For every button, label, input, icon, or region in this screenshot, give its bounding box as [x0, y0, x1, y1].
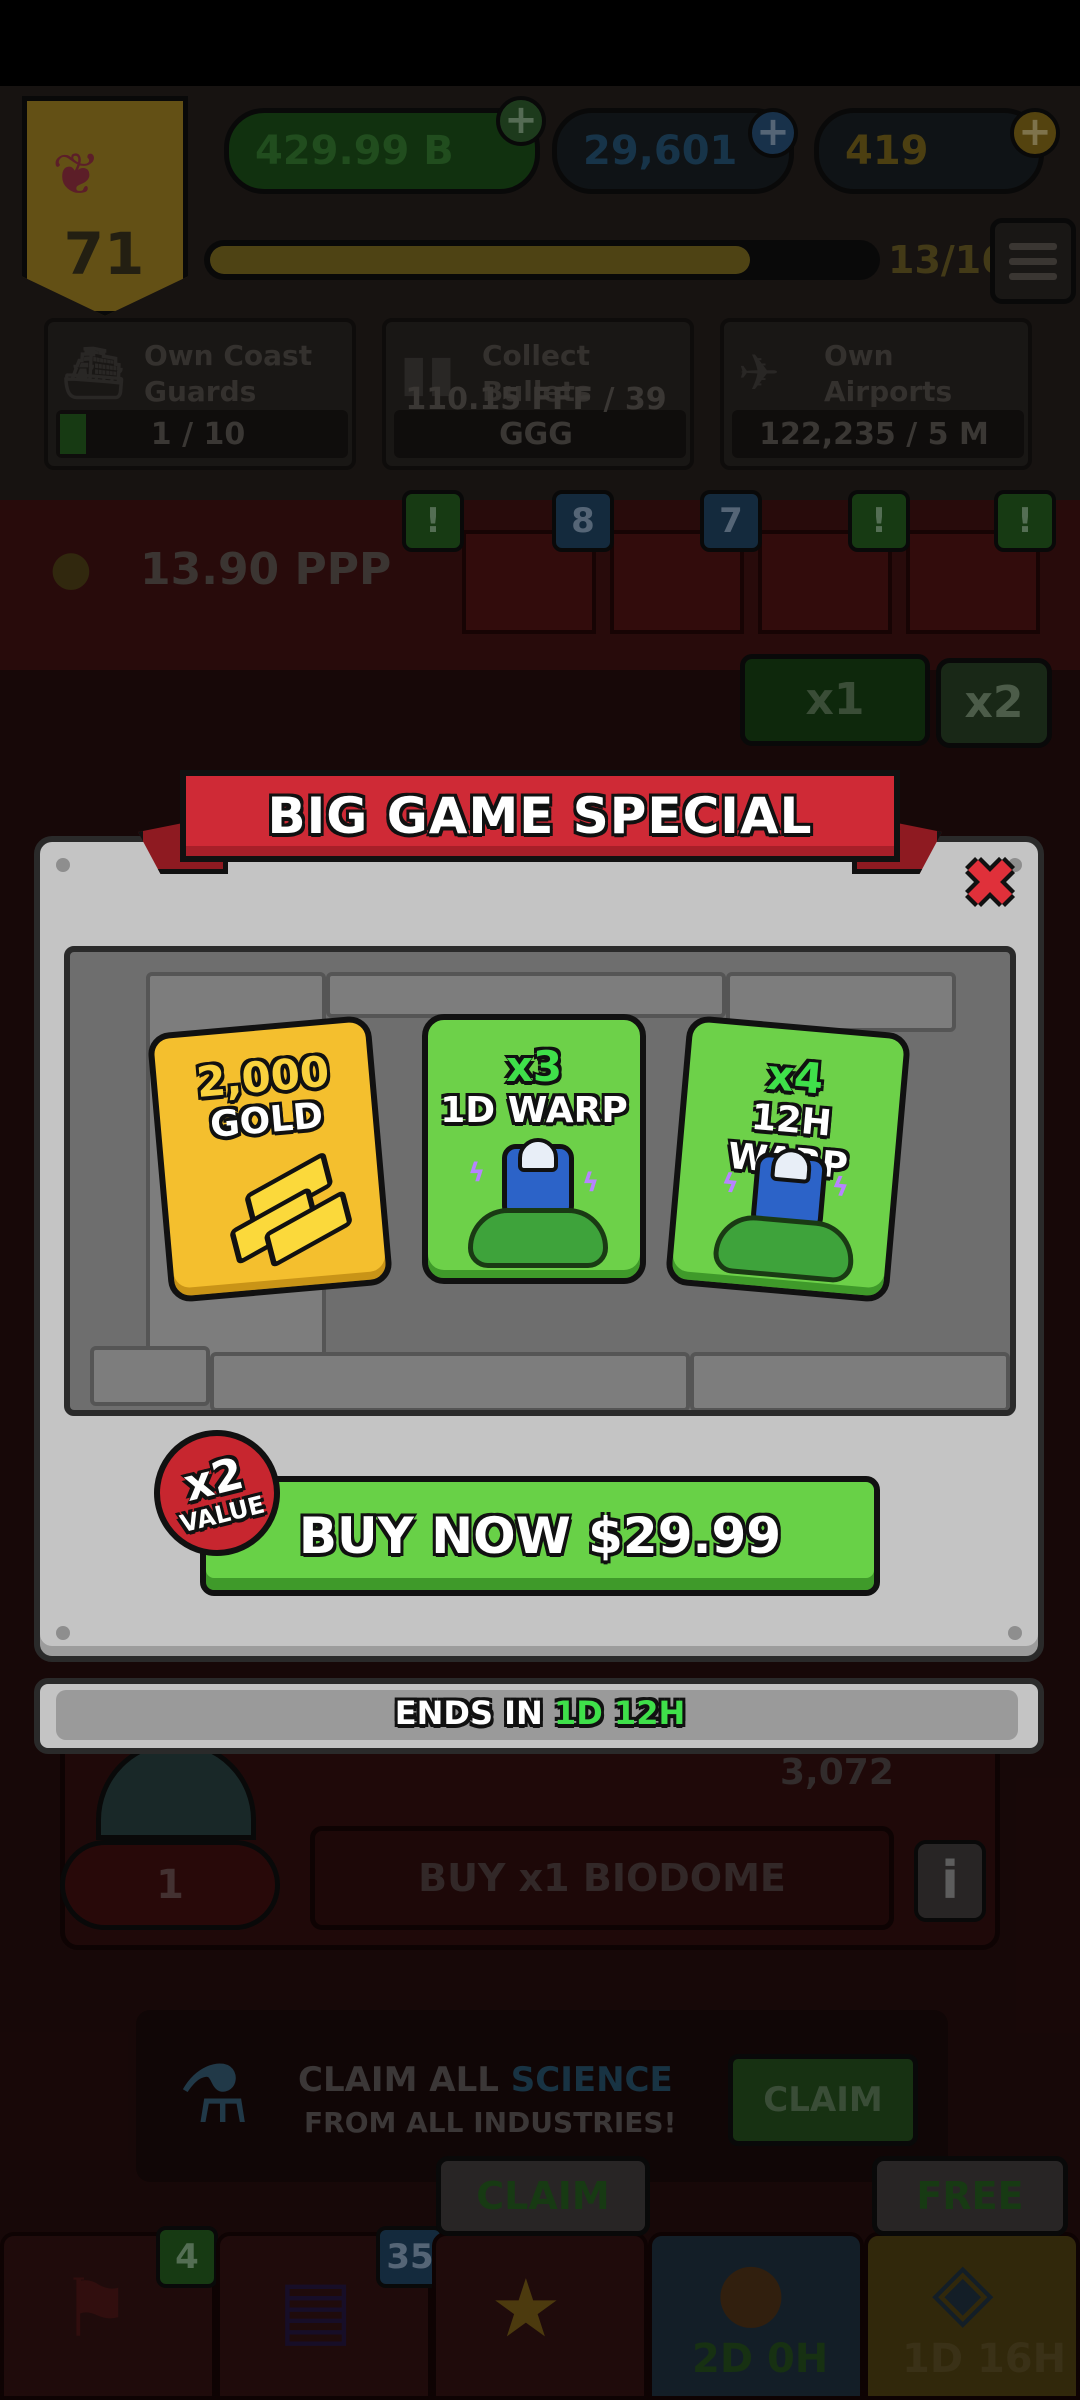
reward-card-warp-12h: x4 12H WARP ϟ ϟ	[664, 1014, 912, 1304]
modal-title: BIG GAME SPECIAL	[180, 770, 900, 862]
buy-now-button[interactable]: BUY NOW $29.99	[200, 1476, 880, 1596]
status-bar	[0, 0, 1080, 86]
reward-label: 1D WARP	[440, 1090, 628, 1131]
reward-card-warp-1d: x3 1D WARP ϟ ϟ	[422, 1014, 646, 1284]
close-icon[interactable]: ✖	[960, 851, 1020, 917]
ends-hours: 12H	[613, 1694, 686, 1732]
reward-amount: x3	[505, 1042, 563, 1091]
gold-bars-icon	[222, 1150, 354, 1269]
offer-timer: ENDS IN 1D 12H	[0, 1694, 1080, 1732]
time-warp-icon: ϟ ϟ	[711, 1142, 863, 1284]
reward-card-gold: 2,000 GOLD	[146, 1014, 394, 1304]
ends-days: 1D	[553, 1694, 603, 1732]
time-warp-icon: ϟ ϟ	[468, 1138, 608, 1268]
ends-in-label: ENDS IN	[394, 1694, 543, 1732]
